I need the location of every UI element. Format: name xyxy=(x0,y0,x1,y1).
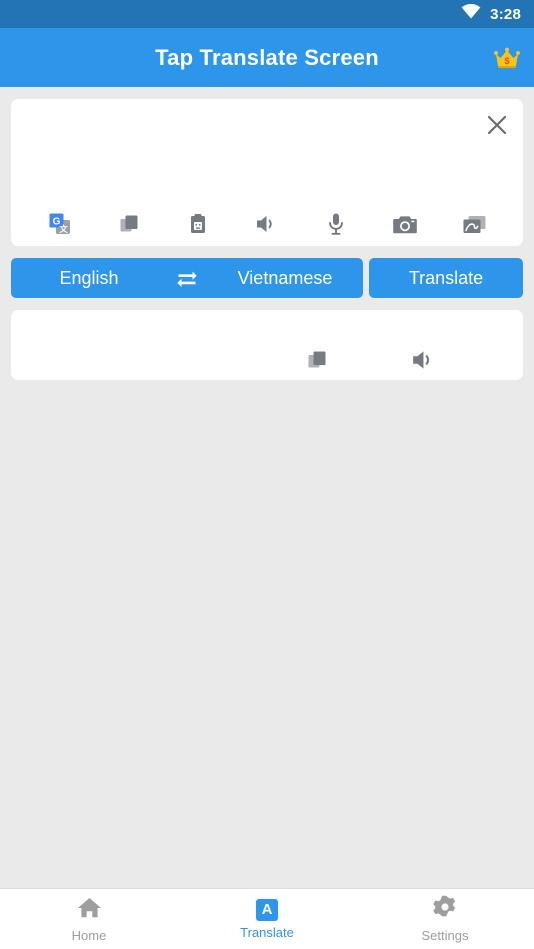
microphone-icon[interactable] xyxy=(302,202,371,246)
google-translate-icon[interactable]: G 文 xyxy=(25,202,94,246)
page-title: Tap Translate Screen xyxy=(155,44,379,70)
home-icon xyxy=(77,896,102,924)
translate-a-icon: A xyxy=(256,898,278,921)
status-bar: 3:28 xyxy=(0,0,534,28)
svg-text:文: 文 xyxy=(59,224,68,234)
copy-icon[interactable] xyxy=(263,349,371,371)
nav-item-home[interactable]: Home xyxy=(0,889,178,949)
language-selector: English Vietnamese xyxy=(11,258,363,298)
close-icon[interactable] xyxy=(480,108,514,142)
translate-button[interactable]: Translate xyxy=(369,258,523,298)
language-bar: English Vietnamese Translate xyxy=(11,258,523,298)
speaker-icon[interactable] xyxy=(232,202,301,246)
target-language-button[interactable]: Vietnamese xyxy=(207,268,363,289)
source-toolbar: G 文 xyxy=(11,202,523,246)
gear-icon xyxy=(433,895,457,924)
translated-text-card xyxy=(11,310,523,380)
bottom-navigation: Home A Translate Settings xyxy=(0,888,534,949)
nav-item-settings[interactable]: Settings xyxy=(356,889,534,949)
copy-icon[interactable] xyxy=(94,202,163,246)
crown-icon[interactable]: $ xyxy=(491,44,523,72)
source-text-card: G 文 xyxy=(11,99,523,246)
nav-label-settings: Settings xyxy=(421,928,469,943)
nav-label-home: Home xyxy=(71,927,107,943)
app-bar: Tap Translate Screen $ xyxy=(0,28,534,87)
status-time: 3:28 xyxy=(490,5,521,23)
nav-item-translate[interactable]: A Translate xyxy=(178,889,356,949)
paste-icon[interactable] xyxy=(163,202,232,246)
camera-icon[interactable] xyxy=(371,202,440,246)
output-toolbar xyxy=(263,345,478,375)
wifi-icon xyxy=(461,3,481,24)
swap-icon[interactable] xyxy=(167,258,207,298)
speaker-icon[interactable] xyxy=(371,348,479,372)
image-icon[interactable] xyxy=(440,202,509,246)
main-content: G 文 English Vietnamese Translate xyxy=(0,87,534,888)
source-language-button[interactable]: English xyxy=(11,268,167,289)
nav-label-translate: Translate xyxy=(240,924,294,940)
svg-text:$: $ xyxy=(504,56,509,66)
